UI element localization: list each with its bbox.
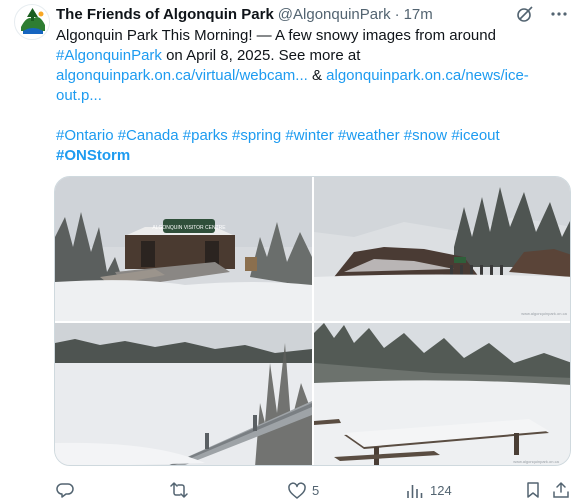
heart-icon <box>288 482 306 499</box>
avatar[interactable] <box>14 4 50 40</box>
author-handle[interactable]: @AlgonquinPark <box>278 6 391 23</box>
hashtag[interactable]: #weather <box>338 127 400 144</box>
hashtag-onstorm[interactable]: #ONStorm <box>56 147 130 164</box>
like-count: 5 <box>312 483 320 498</box>
share-button[interactable] <box>552 481 570 499</box>
bookmark-button[interactable] <box>524 481 542 499</box>
like-button[interactable]: 5 <box>288 481 319 501</box>
hashtag-line-2: #ONStorm <box>56 146 568 166</box>
action-bar: 5 124 <box>54 481 570 501</box>
more-icon[interactable] <box>550 5 568 23</box>
link-webcam[interactable]: algonquinpark.on.ca/virtual/webcam... <box>56 67 308 84</box>
hashtag-line: #Ontario #Canada #parks #spring #winter … <box>56 126 568 146</box>
repost-icon <box>170 482 188 498</box>
text-date: on April 8, 2025. See more at <box>161 47 361 64</box>
tweet-text: Algonquin Park This Morning! — A few sno… <box>56 26 568 166</box>
photo-rock-cut[interactable]: www.algonquinpark.on.ca <box>314 177 570 321</box>
hashtag[interactable]: #parks <box>183 127 228 144</box>
text-line-1: Algonquin Park This Morning! — A few sno… <box>56 27 496 44</box>
separator-dot: · <box>394 5 400 23</box>
photo-visitor-centre[interactable]: ALGONQUIN VISITOR CENTRE <box>55 177 312 321</box>
text-line-4: out.p... <box>56 86 568 106</box>
views-count: 124 <box>430 483 452 498</box>
grok-icon[interactable] <box>516 5 534 23</box>
reply-icon <box>56 483 74 498</box>
bookmark-icon <box>527 482 539 498</box>
hashtag[interactable]: #iceout <box>451 127 499 144</box>
link-iceout-cont[interactable]: out.p... <box>56 87 102 104</box>
photo-frozen-lake[interactable] <box>55 323 312 465</box>
tweet-header: The Friends of Algonquin Park @Algonquin… <box>56 4 568 24</box>
hashtag[interactable]: #Ontario <box>56 127 114 144</box>
hashtag[interactable]: #Canada <box>118 127 179 144</box>
hashtag[interactable]: #winter <box>285 127 333 144</box>
views-icon <box>407 485 423 498</box>
sign-text: ALGONQUIN VISITOR CENTRE <box>152 225 226 231</box>
hashtag[interactable]: #spring <box>232 127 281 144</box>
text-line-3: algonquinpark.on.ca/virtual/webcam... & … <box>56 66 568 86</box>
watermark: www.algonquinpark.on.ca <box>513 459 559 464</box>
watermark: www.algonquinpark.on.ca <box>521 311 567 316</box>
hashtag-algonquinpark[interactable]: #AlgonquinPark <box>56 47 162 64</box>
views-button[interactable]: 124 <box>406 481 452 501</box>
photo-picnic-table[interactable]: www.algonquinpark.on.ca <box>314 323 570 465</box>
link-iceout[interactable]: algonquinpark.on.ca/news/ice- <box>326 67 529 84</box>
reply-button[interactable] <box>56 481 80 499</box>
text-ampersand: & <box>307 67 327 84</box>
share-icon <box>553 482 569 498</box>
hashtag[interactable]: #snow <box>404 127 447 144</box>
timestamp[interactable]: 17m <box>404 6 433 23</box>
author-name[interactable]: The Friends of Algonquin Park <box>56 6 274 23</box>
text-line-2: #AlgonquinPark on April 8, 2025. See mor… <box>56 46 568 66</box>
media-grid: ALGONQUIN VISITOR CENTRE www.algonquinpa… <box>54 176 571 466</box>
repost-button[interactable] <box>170 481 194 499</box>
friends-of-algonquin-logo-icon <box>16 6 49 39</box>
